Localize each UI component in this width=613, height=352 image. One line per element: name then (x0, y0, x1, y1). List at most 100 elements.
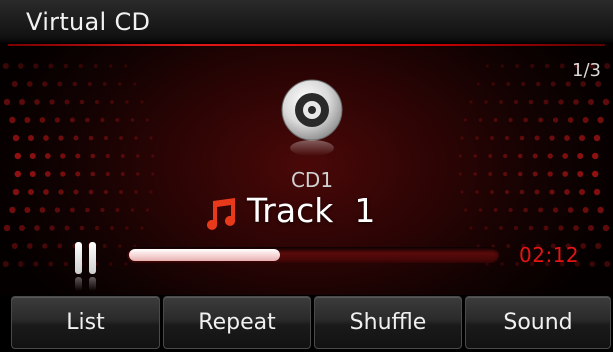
background-dot (500, 262, 504, 266)
background-dot (532, 153, 538, 159)
background-dot (578, 188, 586, 196)
background-dot (488, 154, 493, 158)
background-dot (88, 189, 94, 195)
background-dot (469, 226, 473, 230)
background-dot (105, 153, 110, 159)
background-dot (519, 189, 525, 195)
background-dot (149, 190, 153, 194)
background-dot (57, 81, 63, 87)
background-dot (39, 207, 46, 213)
background-dot (26, 81, 33, 87)
background-dot (27, 134, 35, 142)
background-dot (24, 116, 31, 124)
background-dot (90, 171, 96, 177)
background-dot (58, 135, 64, 141)
background-dot (102, 82, 107, 86)
background-dot (552, 207, 559, 213)
background-dot (592, 152, 599, 160)
background-dot (130, 208, 135, 212)
background-dot (2, 62, 9, 70)
background-dot (460, 136, 464, 140)
background-dot (119, 190, 123, 194)
background-dot (558, 99, 564, 105)
background-dot (130, 118, 135, 122)
background-dot (29, 170, 36, 178)
repeat-button[interactable]: Repeat (163, 296, 311, 349)
background-dot (3, 98, 11, 106)
background-dot (543, 225, 549, 231)
background-dot (42, 243, 48, 249)
pause-icon[interactable] (72, 240, 100, 294)
background-dot (499, 226, 503, 230)
background-dot (564, 135, 570, 141)
list-button[interactable]: List (11, 296, 160, 349)
background-dot (34, 225, 40, 231)
background-dot (94, 99, 100, 105)
background-dot (9, 116, 16, 124)
background-dot (517, 153, 523, 159)
background-dot (565, 81, 571, 87)
background-dot (592, 170, 599, 178)
background-dot (550, 81, 556, 87)
background-dot (140, 226, 144, 230)
background-dot (94, 225, 100, 231)
background-dot (18, 98, 26, 106)
background-dot (490, 136, 494, 140)
background-dot (149, 136, 153, 140)
background-dot (100, 207, 105, 213)
background-dot (523, 207, 528, 213)
background-dot (88, 135, 94, 141)
background-dot (136, 172, 140, 176)
background-dot (534, 135, 540, 141)
background-dot (532, 171, 538, 177)
background-dot (64, 225, 70, 231)
background-dot (528, 225, 534, 231)
background-dot (562, 153, 569, 159)
background-dot (57, 243, 63, 249)
background-dot (559, 63, 565, 69)
background-dot (530, 63, 535, 69)
background-dot (587, 224, 595, 232)
background-dot (151, 154, 155, 158)
shuffle-button[interactable]: Shuffle (314, 296, 462, 349)
background-dot (535, 81, 541, 87)
background-dot (120, 172, 125, 176)
background-dot (69, 117, 75, 123)
track-title: Track 1 (247, 191, 376, 230)
background-dot (503, 171, 508, 177)
background-dot (27, 188, 35, 196)
background-dot (464, 118, 468, 122)
background-dot (593, 188, 601, 196)
background-dot (460, 190, 464, 194)
background-dot (105, 171, 110, 177)
background-dot (118, 82, 122, 86)
background-dot (12, 188, 20, 196)
background-dot (469, 100, 473, 104)
background-dot (151, 172, 155, 176)
background-dot (93, 64, 98, 68)
background-dot (567, 117, 574, 123)
background-dot (602, 224, 610, 232)
background-dot (73, 189, 79, 195)
background-dot (14, 170, 21, 178)
background-dot (464, 208, 468, 212)
background-dot (573, 225, 579, 231)
background-dot (490, 190, 494, 194)
background-dot (506, 244, 511, 248)
background-dot (491, 82, 495, 86)
background-dot (577, 152, 584, 160)
background-dot (90, 153, 96, 159)
progress-bar[interactable] (127, 247, 499, 263)
background-dot (103, 189, 109, 195)
background-dot (63, 63, 69, 69)
background-dot (103, 135, 109, 141)
background-dot (3, 224, 11, 232)
page-title: Virtual CD (26, 8, 151, 36)
background-dot (75, 153, 81, 159)
background-dot (145, 208, 149, 212)
sound-button[interactable]: Sound (465, 296, 611, 349)
background-dot (458, 154, 462, 158)
background-dot (79, 225, 85, 231)
background-dot (504, 189, 510, 195)
background-dot (476, 82, 480, 86)
